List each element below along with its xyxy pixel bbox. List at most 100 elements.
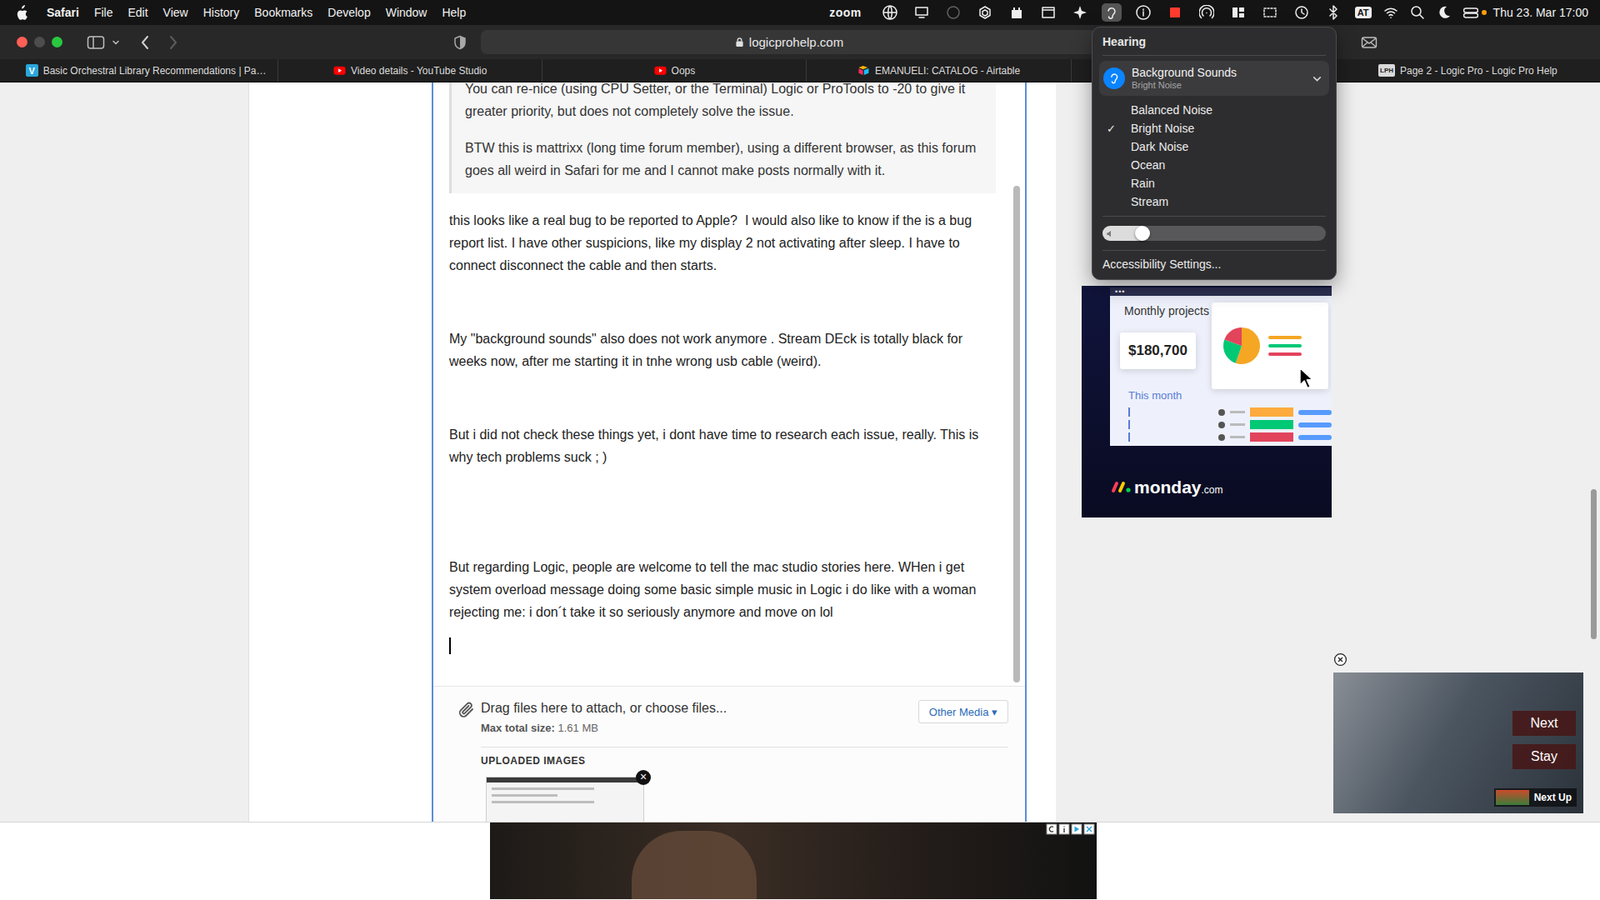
status-item[interactable] bbox=[1070, 3, 1090, 22]
remove-image-button[interactable]: × bbox=[635, 770, 651, 785]
menu-item[interactable]: History bbox=[203, 5, 240, 20]
sparkle-icon[interactable] bbox=[1072, 5, 1088, 20]
apple-logo-icon[interactable] bbox=[15, 5, 29, 21]
sound-option[interactable]: Dark Noise bbox=[1099, 137, 1330, 156]
chevron-icon[interactable] bbox=[1311, 73, 1323, 85]
airdrop-icon[interactable] bbox=[1199, 5, 1215, 20]
input-source[interactable]: AT bbox=[1355, 6, 1372, 19]
status-item[interactable] bbox=[1196, 3, 1217, 22]
app-menu[interactable]: Safari bbox=[46, 5, 80, 20]
accessibility-settings-item[interactable]: Accessibility Settings... bbox=[1099, 250, 1330, 275]
status-item[interactable] bbox=[1038, 3, 1059, 22]
zoom-status[interactable]: zoom bbox=[829, 5, 862, 20]
status-item[interactable] bbox=[1165, 3, 1185, 22]
status-item[interactable] bbox=[1291, 3, 1312, 22]
chevron-down-icon[interactable] bbox=[111, 38, 120, 47]
status-item[interactable] bbox=[1260, 3, 1280, 22]
forward-icon[interactable] bbox=[168, 35, 179, 50]
next-up[interactable]: Next Up bbox=[1494, 788, 1577, 807]
status-item[interactable] bbox=[1006, 3, 1027, 22]
address-bar[interactable]: logicprohelp.com bbox=[480, 30, 1098, 55]
status-item[interactable] bbox=[1101, 3, 1122, 22]
sound-option[interactable]: Balanced Noise bbox=[1099, 100, 1330, 120]
status-item[interactable] bbox=[1323, 3, 1344, 22]
status-item[interactable] bbox=[943, 3, 964, 22]
video-ad[interactable]: Next Stay Next Up bbox=[1333, 672, 1584, 814]
menu-item[interactable]: Bookmarks bbox=[254, 5, 313, 20]
close-video-icon[interactable] bbox=[1333, 652, 1348, 667]
record-icon[interactable] bbox=[1167, 5, 1183, 20]
slider-knob[interactable] bbox=[1135, 225, 1150, 241]
tab[interactable]: EMANUELI: CATALOG - Airtable bbox=[806, 59, 1071, 82]
menu-item[interactable]: Window bbox=[385, 5, 428, 20]
privacy-shield-icon[interactable] bbox=[453, 35, 467, 50]
tab[interactable]: VBasic Orchestral Library Recommendation… bbox=[14, 59, 279, 82]
forum-column: You can re-nice (using CPU Setter, or th… bbox=[248, 82, 1056, 900]
ad-close-icon[interactable] bbox=[1083, 823, 1095, 835]
ear-badge-icon bbox=[1103, 67, 1125, 90]
time-machine-icon[interactable] bbox=[1294, 5, 1310, 20]
sticky-ad-bar bbox=[0, 821, 1600, 900]
control-center-icon[interactable] bbox=[1463, 5, 1479, 20]
adchoices-icon[interactable] bbox=[1070, 823, 1083, 835]
page-scrollbar[interactable] bbox=[1590, 489, 1597, 640]
status-item[interactable] bbox=[975, 3, 995, 22]
panels-icon[interactable] bbox=[1230, 5, 1246, 20]
sound-option[interactable]: Rain bbox=[1099, 174, 1330, 193]
dashed-rect-icon[interactable] bbox=[1262, 5, 1278, 20]
banner-ad[interactable] bbox=[490, 822, 1097, 900]
status-item[interactable] bbox=[911, 3, 932, 22]
video-button[interactable]: Stay bbox=[1512, 744, 1576, 770]
editor-text[interactable]: You can re-nice (using CPU Setter, or th… bbox=[433, 82, 1025, 686]
sound-option[interactable]: ✓Bright Noise bbox=[1099, 119, 1330, 138]
status-item[interactable] bbox=[1133, 3, 1154, 22]
window-icon[interactable] bbox=[1040, 5, 1056, 20]
menu-item[interactable]: Help bbox=[441, 5, 466, 20]
info-icon[interactable] bbox=[1135, 5, 1151, 20]
ad-report-icon[interactable] bbox=[1045, 823, 1058, 835]
back-icon[interactable] bbox=[140, 35, 150, 50]
sidebar-icon[interactable] bbox=[86, 35, 105, 50]
clock[interactable]: Thu 23. Mar 17:00 bbox=[1493, 5, 1589, 20]
bluetooth-icon[interactable] bbox=[1325, 5, 1341, 20]
globe-icon[interactable] bbox=[882, 5, 898, 20]
menu-item[interactable]: View bbox=[163, 5, 189, 20]
lock-icon bbox=[735, 36, 745, 48]
ear-icon[interactable] bbox=[1104, 5, 1120, 20]
chatgpt-icon[interactable] bbox=[977, 5, 993, 20]
post-editor[interactable]: You can re-nice (using CPU Setter, or th… bbox=[431, 82, 1027, 900]
dim-circle-icon[interactable] bbox=[945, 5, 961, 20]
castle-icon[interactable] bbox=[1009, 5, 1025, 20]
minimize-button[interactable] bbox=[34, 36, 45, 48]
zoom-button[interactable] bbox=[51, 36, 63, 48]
background-sounds-row[interactable]: Background SoundsBright Noise bbox=[1099, 60, 1330, 96]
uploaded-title: UPLOADED IMAGES bbox=[480, 755, 1009, 767]
editor-scrollbar[interactable] bbox=[1013, 185, 1020, 683]
sound-option[interactable]: Stream bbox=[1099, 192, 1330, 211]
sound-option[interactable]: Ocean bbox=[1099, 155, 1330, 175]
other-media-button[interactable]: Other Media ▾ bbox=[918, 700, 1009, 724]
wifi-icon[interactable] bbox=[1383, 5, 1399, 20]
monday-ad[interactable]: •••Monthly projects$180,700This monthmon… bbox=[1081, 285, 1332, 518]
uploaded-images: UPLOADED IMAGES × bbox=[480, 746, 1009, 830]
screen: Safari File Edit View History Bookmarks Develo… bbox=[0, 0, 1600, 900]
moon-icon[interactable] bbox=[1436, 5, 1452, 20]
tab[interactable]: LPHPage 2 - Logic Pro - Logic Pro Help bbox=[1335, 59, 1600, 82]
search-icon[interactable] bbox=[1410, 5, 1425, 20]
attach-prompt[interactable]: Drag files here to attach, or choose fil… bbox=[480, 700, 727, 717]
menu-item[interactable]: File bbox=[94, 5, 114, 20]
volume-slider[interactable] bbox=[1102, 225, 1326, 241]
status-item[interactable] bbox=[880, 3, 900, 22]
pie-slice bbox=[1232, 336, 1251, 355]
video-button[interactable]: Next bbox=[1512, 710, 1576, 736]
table-row bbox=[1128, 420, 1332, 430]
ad-info-icon[interactable] bbox=[1058, 823, 1070, 835]
status-item[interactable] bbox=[1228, 3, 1249, 22]
tab[interactable]: Video details - YouTube Studio bbox=[278, 59, 543, 82]
tab[interactable]: Oops bbox=[542, 59, 807, 82]
mail-icon[interactable] bbox=[1360, 35, 1378, 50]
menu-item[interactable]: Develop bbox=[327, 5, 370, 20]
close-button[interactable] bbox=[16, 36, 28, 48]
menu-item[interactable]: Edit bbox=[127, 5, 148, 20]
display-icon[interactable] bbox=[914, 5, 930, 20]
